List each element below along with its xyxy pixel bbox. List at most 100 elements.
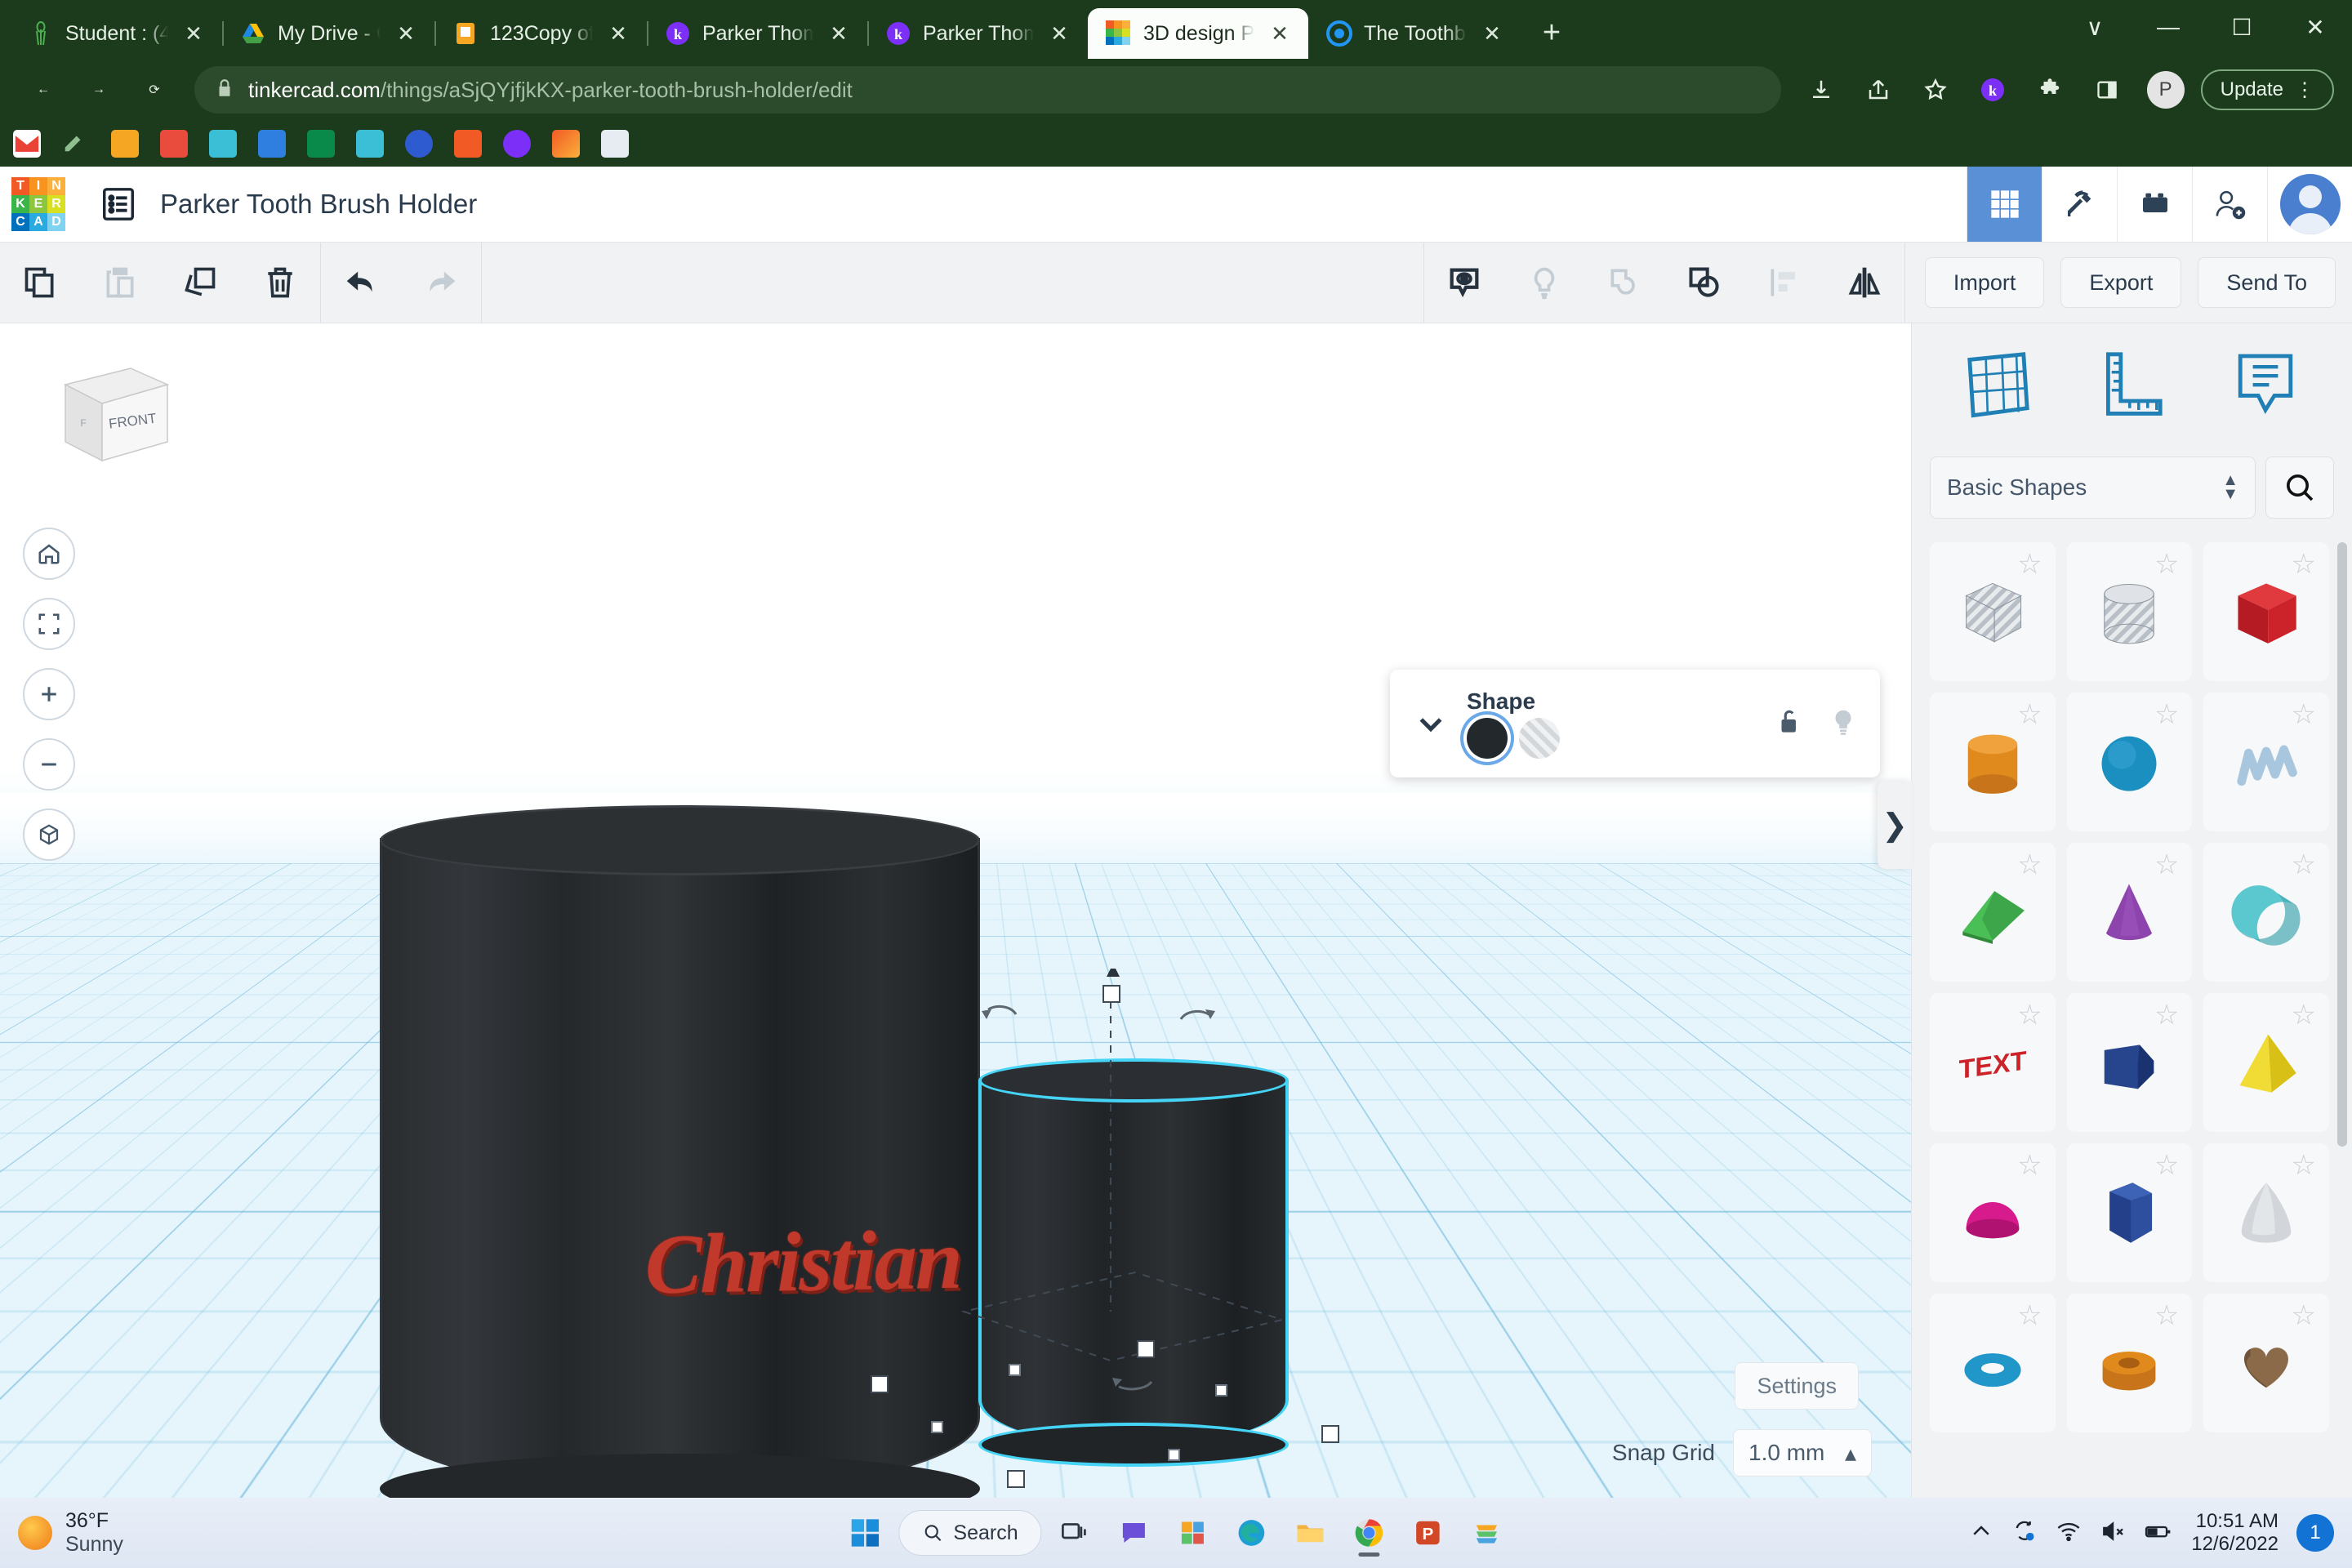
kami-extension-icon[interactable]: k — [1967, 65, 2018, 115]
sidebar-icon[interactable] — [2082, 65, 2132, 115]
3d-canvas[interactable]: FRONT F Christian Shape Settings Snap Gr… — [0, 323, 1911, 1498]
shape-item-cylinder-hole[interactable]: ☆ — [2066, 542, 2193, 681]
seesaw-icon[interactable] — [307, 130, 335, 158]
invite-person-icon[interactable] — [2192, 167, 2267, 242]
tab-close-icon[interactable]: ✕ — [1045, 20, 1073, 47]
weather-widget[interactable]: 36°F Sunny — [18, 1509, 123, 1557]
powerpoint-icon[interactable]: P — [1403, 1508, 1454, 1558]
workplane-tab[interactable] — [1956, 341, 2041, 425]
task-view-icon[interactable] — [1050, 1508, 1101, 1558]
photos-icon[interactable] — [111, 130, 139, 158]
chevron-down-icon[interactable] — [1411, 707, 1450, 740]
tab-close-icon[interactable]: ✕ — [392, 20, 420, 47]
export-button[interactable]: Export — [2060, 257, 2182, 308]
shape-item-paraboloid[interactable]: ☆ — [2203, 1143, 2329, 1282]
taskbar-search[interactable]: Search — [898, 1510, 1042, 1556]
browser-tab[interactable]: Student : (4) ✕ — [10, 8, 222, 59]
chrome-icon[interactable] — [1344, 1508, 1395, 1558]
tab-close-icon[interactable]: ✕ — [1266, 20, 1294, 47]
unlock-icon[interactable] — [1774, 706, 1805, 742]
fit-view-icon[interactable] — [23, 598, 75, 650]
browser-tab[interactable]: k Parker Thompson - ✕ — [647, 8, 867, 59]
calc-icon[interactable] — [356, 130, 384, 158]
sidebar-scrollbar[interactable] — [2337, 542, 2347, 1147]
forward-icon[interactable]: → — [74, 65, 124, 115]
small-cylinder-selected[interactable] — [978, 1058, 1289, 1467]
gmail-icon[interactable] — [13, 130, 41, 158]
ungroup-button[interactable] — [1664, 243, 1744, 323]
lego-brick-icon[interactable] — [2117, 167, 2192, 242]
avatar[interactable] — [2279, 174, 2341, 234]
view-cube[interactable]: FRONT F — [49, 356, 172, 470]
minimize-button[interactable]: — — [2132, 0, 2205, 54]
ruler-tab[interactable] — [2089, 341, 2174, 425]
reload-icon[interactable]: ⟳ — [129, 65, 180, 115]
align-button[interactable] — [1744, 243, 1824, 323]
share-icon[interactable] — [1853, 65, 1904, 115]
shape-item-roof[interactable]: ☆ — [1930, 843, 2056, 982]
canva-icon[interactable] — [552, 130, 580, 158]
tinkercad-logo[interactable]: T I N K E R C A D — [11, 177, 65, 231]
project-list-icon[interactable] — [100, 185, 137, 223]
edit-icon[interactable] — [62, 130, 90, 158]
search-button[interactable] — [2265, 457, 2334, 519]
mirror-button[interactable] — [1824, 243, 1904, 323]
notes-tab[interactable] — [2223, 341, 2308, 425]
shape-category-select[interactable]: Basic Shapes ▲ ▼ — [1930, 457, 2256, 519]
battery-icon[interactable] — [2144, 1519, 2173, 1548]
browser-tab-active[interactable]: 3D design Parker To ✕ — [1088, 8, 1308, 59]
shape-item-tube[interactable]: ☆ — [2066, 1294, 2193, 1432]
user-avatar-wrap[interactable] — [2267, 167, 2352, 242]
pickaxe-icon[interactable] — [2042, 167, 2117, 242]
shape-properties-panel[interactable]: Shape — [1390, 670, 1880, 777]
shape-item-scribble[interactable]: ☆ — [2203, 693, 2329, 831]
solid-swatch[interactable] — [1467, 718, 1508, 759]
puzzle-icon[interactable] — [2025, 65, 2075, 115]
seesaw-icon[interactable] — [1462, 1508, 1512, 1558]
store-icon[interactable] — [1168, 1508, 1218, 1558]
browser-tab[interactable]: k Parker Thompson - ✕ — [867, 8, 1088, 59]
sketch-icon[interactable] — [209, 130, 237, 158]
update-button[interactable]: Update ⋮ — [2200, 69, 2334, 110]
drive-icon[interactable] — [160, 130, 188, 158]
windows-start-icon[interactable] — [840, 1508, 890, 1558]
ortho-view-icon[interactable] — [23, 808, 75, 861]
show-hidden-icon[interactable] — [1969, 1519, 1993, 1548]
bitmoji-icon[interactable] — [258, 130, 286, 158]
close-button[interactable]: ✕ — [2278, 0, 2352, 54]
sync-icon[interactable] — [2011, 1518, 2038, 1548]
window-icon[interactable] — [601, 130, 629, 158]
new-tab-button[interactable]: + — [1529, 10, 1575, 56]
lightbulb-icon[interactable] — [1828, 706, 1859, 742]
back-icon[interactable]: ← — [18, 65, 69, 115]
clever-icon[interactable] — [405, 130, 433, 158]
snap-grid-select[interactable]: 1.0 mm ▴ — [1733, 1429, 1872, 1477]
shape-item-cone[interactable]: ☆ — [2066, 843, 2193, 982]
shape-item-pyramid[interactable]: ☆ — [2203, 993, 2329, 1132]
chat-icon[interactable] — [1109, 1508, 1160, 1558]
hole-swatch[interactable] — [1519, 718, 1560, 759]
notification-badge[interactable]: 1 — [2296, 1514, 2334, 1552]
edge-icon[interactable] — [1227, 1508, 1277, 1558]
copy-button[interactable] — [0, 243, 80, 323]
import-button[interactable]: Import — [1924, 257, 2045, 308]
notes-button[interactable] — [1424, 243, 1504, 323]
shape-item-sphere[interactable]: ☆ — [2066, 693, 2193, 831]
zoom-in-icon[interactable] — [23, 668, 75, 720]
home-view-icon[interactable] — [23, 528, 75, 580]
duplicate-button[interactable] — [160, 243, 240, 323]
shape-item-hemisphere[interactable]: ☆ — [1930, 1143, 2056, 1282]
undo-button[interactable] — [321, 243, 401, 323]
group-button[interactable] — [1584, 243, 1664, 323]
browser-tab[interactable]: 123Copy of Empath ✕ — [434, 8, 647, 59]
tab-close-icon[interactable]: ✕ — [1478, 20, 1506, 47]
tab-close-icon[interactable]: ✕ — [604, 20, 632, 47]
profile-avatar[interactable]: P — [2146, 71, 2185, 109]
send-to-button[interactable]: Send To — [2198, 257, 2336, 308]
shape-item-box-hole[interactable]: ☆ — [1930, 542, 2056, 681]
delete-button[interactable] — [240, 243, 320, 323]
grid-view-icon[interactable] — [1967, 167, 2042, 242]
tab-close-icon[interactable]: ✕ — [825, 20, 853, 47]
zoom-out-icon[interactable] — [23, 738, 75, 791]
wifi-icon[interactable] — [2056, 1518, 2082, 1548]
